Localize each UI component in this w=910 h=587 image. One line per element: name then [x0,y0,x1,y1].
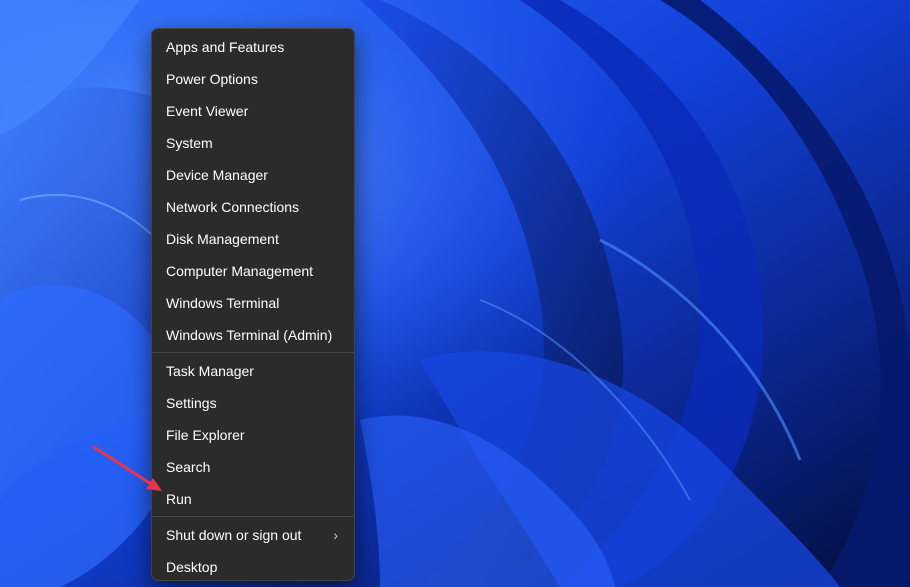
menu-item-windows-terminal-admin[interactable]: Windows Terminal (Admin) [152,319,354,351]
menu-separator [152,352,354,353]
menu-item-apps-and-features[interactable]: Apps and Features [152,31,354,63]
menu-group-1: Apps and Features Power Options Event Vi… [152,31,354,351]
menu-item-windows-terminal[interactable]: Windows Terminal [152,287,354,319]
menu-item-search[interactable]: Search [152,451,354,483]
menu-item-shut-down-or-sign-out[interactable]: Shut down or sign out › [152,519,354,551]
menu-item-event-viewer[interactable]: Event Viewer [152,95,354,127]
menu-item-network-connections[interactable]: Network Connections [152,191,354,223]
desktop: Apps and Features Power Options Event Vi… [0,0,910,587]
menu-item-desktop[interactable]: Desktop [152,551,354,583]
menu-item-disk-management[interactable]: Disk Management [152,223,354,255]
menu-item-label: Shut down or sign out [166,527,302,543]
winx-context-menu: Apps and Features Power Options Event Vi… [151,28,355,581]
menu-item-device-manager[interactable]: Device Manager [152,159,354,191]
chevron-right-icon: › [333,527,338,543]
menu-item-task-manager[interactable]: Task Manager [152,355,354,387]
menu-group-3: Shut down or sign out › Desktop [152,519,354,583]
menu-item-power-options[interactable]: Power Options [152,63,354,95]
menu-item-run[interactable]: Run [152,483,354,515]
menu-item-system[interactable]: System [152,127,354,159]
menu-item-file-explorer[interactable]: File Explorer [152,419,354,451]
menu-item-computer-management[interactable]: Computer Management [152,255,354,287]
menu-separator [152,516,354,517]
menu-group-2: Task Manager Settings File Explorer Sear… [152,355,354,515]
wallpaper-bloom [0,0,910,587]
menu-item-settings[interactable]: Settings [152,387,354,419]
